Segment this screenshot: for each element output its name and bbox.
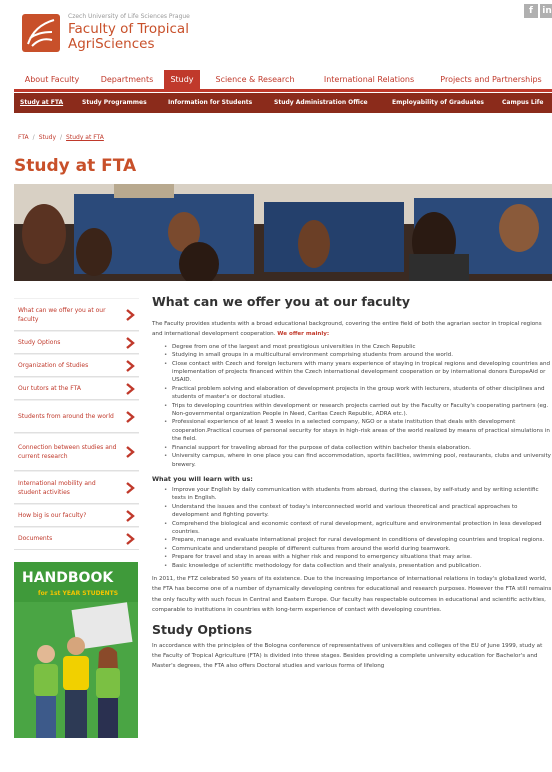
handbook-title: HANDBOOK [22,570,114,586]
intro-paragraph: The Faculty provides students with a bro… [152,319,552,340]
main-navigation: About Faculty Departments Study Science … [14,70,552,92]
nav-tab-projects[interactable]: Projects and Partnerships [430,70,552,90]
nav-tab-international-relations[interactable]: International Relations [310,70,428,90]
handbook-subtitle: for 1st YEAR STUDENTS [38,590,119,597]
sub-navigation: Study at FTA Study Programmes Informatio… [14,93,552,113]
subnav-employability[interactable]: Employability of Graduates [392,93,484,113]
banner-photo [14,184,552,281]
breadcrumb: FTA / Study / Study at FTA [18,134,104,141]
linkedin-icon[interactable]: in [540,4,552,18]
list-item: Improve your English by daily communicat… [152,486,552,503]
sidebar-item-label: What can we offer you at our faculty [18,306,106,323]
site-header: Czech University of Life Sciences Prague… [0,0,552,68]
sidebar-item-label: Documents [18,535,53,542]
sidebar-item-label: Students from around the world [18,413,114,420]
learn-list: Improve your English by daily communicat… [152,486,552,570]
nav-tab-about[interactable]: About Faculty [14,70,90,90]
faculty-name-line2: AgriSciences [68,36,155,52]
subnav-information-students[interactable]: Information for Students [168,93,252,113]
list-item: Practical problem solving and elaboratio… [152,385,552,402]
subnav-study-programmes[interactable]: Study Programmes [82,93,147,113]
sidebar-item-mobility[interactable]: International mobility and student activ… [14,471,139,504]
breadcrumb-current[interactable]: Study at FTA [66,134,104,141]
list-item: Professional experience of at least 3 we… [152,418,552,443]
nav-tab-study[interactable]: Study [164,70,200,90]
sidebar-item-tutors[interactable]: Our tutors at the FTA [14,377,139,400]
section-heading-offer: What can we offer you at our faculty [152,294,410,309]
list-item: Financial support for traveling abroad f… [152,444,552,453]
list-item: Studying in small groups in a multicultu… [152,351,552,360]
list-item: Comprehend the biological and economic c… [152,520,552,537]
breadcrumb-separator: / [60,134,63,141]
offer-list: Degree from one of the largest and most … [152,343,552,469]
sidebar-item-study-options[interactable]: Study Options [14,331,139,354]
facebook-icon[interactable]: f [524,4,538,18]
sidebar-item-label: Connection between studies and current r… [18,444,117,460]
sidebar-menu: What can we offer you at our faculty Stu… [14,298,139,550]
students-photo [14,602,138,738]
chevron-right-icon [126,359,135,372]
sidebar-item-documents[interactable]: Documents [14,527,139,550]
university-name: Czech University of Life Sciences Prague [68,13,190,20]
intro-strong: We offer mainly: [277,331,330,338]
list-item: Prepare for travel and stay in areas wit… [152,553,552,562]
sidebar-item-label: International mobility and student activ… [18,479,96,496]
study-options-paragraph: In accordance with the principles of the… [152,642,543,670]
chevron-right-icon [126,446,135,458]
faculty-name-line1: Faculty of Tropical [68,21,189,37]
learn-heading: What you will learn with us: [152,474,253,483]
subnav-campus-life[interactable]: Campus Life [502,93,544,113]
sidebar-item-label: Organization of Studies [18,362,89,369]
sidebar-item-label: How big is our faculty? [18,512,87,519]
breadcrumb-fta[interactable]: FTA [18,134,29,141]
sidebar-item-faculty-size[interactable]: How big is our faculty? [14,504,139,527]
sidebar-item-label: Study Options [18,339,61,346]
sidebar-item-offer[interactable]: What can we offer you at our faculty [14,298,139,331]
section-heading-study-options: Study Options [152,621,253,637]
list-item: University campus, where in one place yo… [152,452,552,469]
list-item: Basic knowledge of scientific methodolog… [152,562,552,571]
chevron-right-icon [126,481,135,494]
list-item: Trips to developing countries within dev… [152,402,552,419]
page-title: Study at FTA [14,156,137,176]
list-item: Understand the issues and the context of… [152,503,552,520]
sidebar-item-organization[interactable]: Organization of Studies [14,354,139,377]
chevron-right-icon [126,410,135,423]
sidebar-item-students-world[interactable]: Students from around the world [14,400,139,433]
nav-tab-departments[interactable]: Departments [92,70,162,90]
handbook-banner[interactable]: HANDBOOK for 1st YEAR STUDENTS [14,562,138,738]
history-paragraph: In 2011, the FTZ celebrated 50 years of … [152,575,552,614]
list-item: Prepare, manage and evaluate internation… [152,536,552,545]
subnav-study-administration[interactable]: Study Administration Office [274,93,368,113]
list-item: Degree from one of the largest and most … [152,343,552,352]
breadcrumb-study[interactable]: Study [39,134,56,141]
chevron-right-icon [126,382,135,395]
breadcrumb-separator: / [32,134,35,141]
sidebar-item-label: Our tutors at the FTA [18,385,81,392]
chevron-right-icon [126,509,135,522]
nav-tab-science-research[interactable]: Science & Research [202,70,308,90]
intro-text: The Faculty provides students with a bro… [152,321,542,338]
list-item: Close contact with Czech and foreign lec… [152,360,552,385]
chevron-right-icon [126,336,135,349]
sidebar-item-research[interactable]: Connection between studies and current r… [14,433,139,471]
subnav-study-at-fta[interactable]: Study at FTA [20,93,63,113]
list-item: Communicate and understand people of dif… [152,545,552,554]
chevron-right-icon [126,532,135,545]
chevron-right-icon [126,308,135,321]
main-content: What can we offer you at our faculty The… [152,294,552,672]
faculty-logo-icon[interactable] [22,14,60,52]
